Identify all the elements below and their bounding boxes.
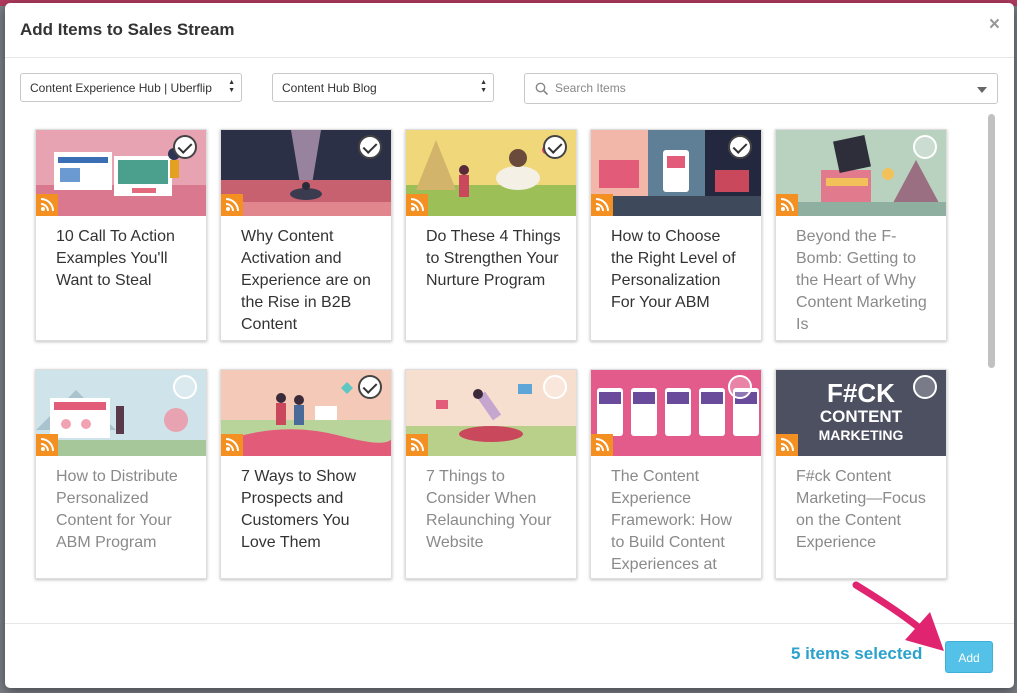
item-title: How to Distribute Personalized Content f… [56, 468, 178, 551]
checkbox-circle-icon[interactable] [913, 375, 937, 399]
modal-title: Add Items to Sales Stream [20, 20, 235, 39]
rss-badge [406, 194, 428, 216]
rss-icon [225, 198, 239, 212]
item-card[interactable]: 7 Ways to Show Prospects and Customers Y… [220, 369, 392, 579]
stream-select-value: Content Hub Blog [282, 81, 377, 95]
search-box[interactable] [524, 73, 998, 104]
item-card[interactable]: How to Distribute Personalized Content f… [35, 369, 207, 579]
checkmark-icon[interactable] [358, 135, 382, 159]
item-title: How to Choose the Right Level of Persona… [611, 228, 736, 311]
rss-badge [221, 194, 243, 216]
select-arrows-icon: ▲ ▼ [480, 79, 487, 94]
item-card[interactable]: Do These 4 Things to Strengthen Your Nur… [405, 129, 577, 341]
checkmark-icon[interactable] [173, 135, 197, 159]
checkmark-icon[interactable] [728, 135, 752, 159]
item-title: The Content Experience Framework: How to… [611, 468, 732, 573]
checkbox-circle-icon[interactable] [173, 375, 197, 399]
item-card[interactable]: Why Content Activation and Experience ar… [220, 129, 392, 341]
close-icon[interactable]: × [989, 15, 1000, 35]
rss-icon [780, 438, 794, 452]
checkbox-circle-icon[interactable] [728, 375, 752, 399]
item-title: 10 Call To Action Examples You'll Want t… [56, 228, 175, 289]
stream-select[interactable]: Content Hub Blog ▲ ▼ [272, 73, 494, 102]
item-title: 7 Ways to Show Prospects and Customers Y… [241, 468, 357, 551]
item-card[interactable]: How to Choose the Right Level of Persona… [590, 129, 762, 341]
rss-icon [225, 438, 239, 452]
rss-badge [406, 434, 428, 456]
rss-badge [776, 434, 798, 456]
rss-badge [36, 434, 58, 456]
item-card[interactable]: F#CK CONTENT MARKETING F#ck Content Mark… [775, 369, 947, 579]
add-button[interactable]: Add [945, 641, 993, 673]
hub-select[interactable]: Content Experience Hub | Uberflip ▲ ▼ [20, 73, 242, 102]
rss-badge [221, 434, 243, 456]
rss-icon [40, 198, 54, 212]
add-items-modal: Add Items to Sales Stream × Content Expe… [5, 3, 1014, 688]
rss-icon [40, 438, 54, 452]
hub-select-value: Content Experience Hub | Uberflip [30, 81, 212, 95]
scrollbar-thumb[interactable] [988, 114, 995, 368]
item-card[interactable]: 7 Things to Consider When Relaunching Yo… [405, 369, 577, 579]
rss-icon [595, 198, 609, 212]
rss-badge [591, 194, 613, 216]
rss-icon [595, 438, 609, 452]
search-input[interactable] [553, 80, 957, 96]
thumbnail-text-line3: MARKETING [819, 427, 904, 443]
item-title: 7 Things to Consider When Relaunching Yo… [426, 468, 552, 551]
item-title: Why Content Activation and Experience ar… [241, 228, 371, 333]
chevron-down-icon[interactable] [977, 87, 987, 93]
thumbnail-text-line1: F#CK [827, 378, 895, 408]
items-grid: 10 Call To Action Examples You'll Want t… [5, 111, 1014, 623]
item-card[interactable]: Beyond the F-Bomb: Getting to the Heart … [775, 129, 947, 341]
item-card[interactable]: The Content Experience Framework: How to… [590, 369, 762, 579]
checkmark-icon[interactable] [543, 135, 567, 159]
checkbox-circle-icon[interactable] [543, 375, 567, 399]
checkmark-icon[interactable] [358, 375, 382, 399]
thumbnail-text-line2: CONTENT [820, 407, 903, 426]
modal-header: Add Items to Sales Stream × [5, 3, 1014, 58]
rss-icon [410, 198, 424, 212]
search-icon [535, 82, 549, 96]
item-title: Beyond the F-Bomb: Getting to the Heart … [796, 228, 927, 333]
rss-icon [780, 198, 794, 212]
item-title: Do These 4 Things to Strengthen Your Nur… [426, 228, 561, 289]
item-card[interactable]: 10 Call To Action Examples You'll Want t… [35, 129, 207, 341]
item-title: F#ck Content Marketing—Focus on the Cont… [796, 468, 926, 551]
rss-icon [410, 438, 424, 452]
rss-badge [36, 194, 58, 216]
selected-count: 5 items selected [791, 644, 923, 663]
rss-badge [591, 434, 613, 456]
rss-badge [776, 194, 798, 216]
checkbox-circle-icon[interactable] [913, 135, 937, 159]
select-arrows-icon: ▲ ▼ [228, 79, 235, 94]
